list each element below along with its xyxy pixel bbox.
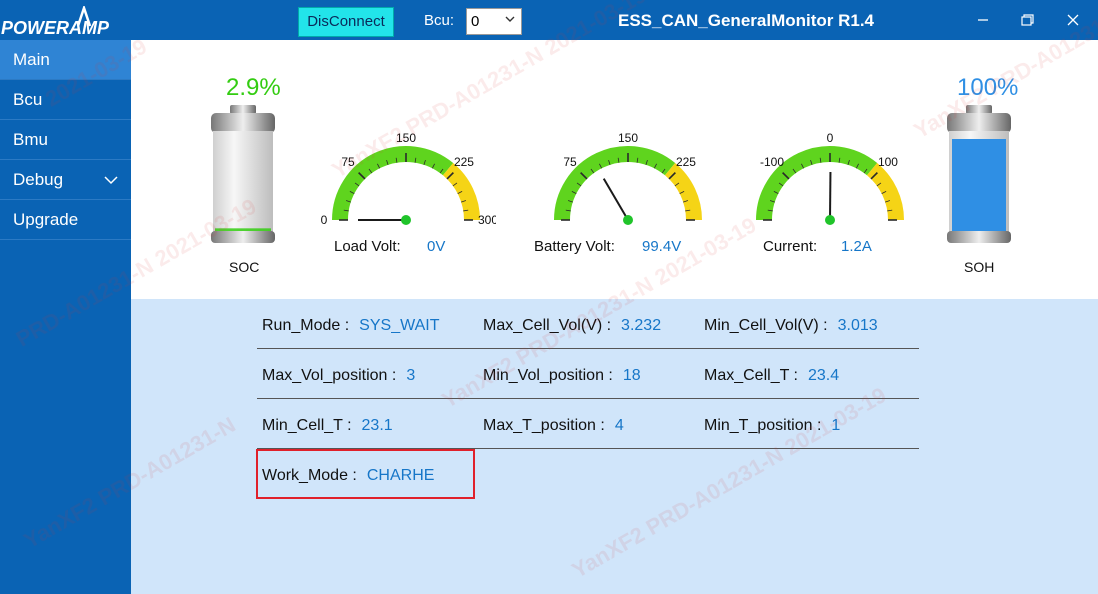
soh-percent: 100% bbox=[957, 74, 1019, 101]
sidebar-item-bmu[interactable]: Bmu bbox=[0, 120, 131, 160]
gauge-arc-yellow bbox=[866, 162, 904, 221]
max-t-position-value: 4 bbox=[614, 417, 624, 434]
gauge-hub bbox=[623, 215, 633, 225]
current-gauge: -100 0 100 bbox=[756, 131, 904, 225]
gauge-tick-label: 0 bbox=[827, 131, 834, 145]
bcu-select-value: 0 bbox=[471, 13, 480, 30]
max-cell-t-value: 23.4 bbox=[807, 367, 840, 384]
app-title: ESS_CAN_GeneralMonitor R1.4 bbox=[618, 11, 875, 30]
work-mode-highlight-box bbox=[256, 449, 475, 499]
gauge-arc-yellow bbox=[442, 162, 480, 221]
current-value: 1.2A bbox=[841, 238, 872, 255]
soc-battery-icon bbox=[211, 105, 275, 243]
divider bbox=[257, 398, 919, 399]
gauge-tick-label: 300 bbox=[478, 213, 496, 227]
min-t-position-field: Min_T_position :1 bbox=[704, 417, 841, 434]
run-mode-value: SYS_WAIT bbox=[359, 317, 440, 334]
battery-volt-value: 99.4V bbox=[642, 238, 682, 255]
run-mode-field: Run_Mode : SYS_WAIT bbox=[262, 317, 440, 334]
info-panel bbox=[131, 299, 1098, 594]
min-t-position-value: 1 bbox=[831, 417, 841, 434]
soc-percent: 2.9% bbox=[226, 74, 281, 101]
sidebar-item-label: Bmu bbox=[13, 130, 48, 149]
sidebar: Main Bcu Bmu Debug Upgrade bbox=[0, 40, 131, 594]
gauge-arc-green bbox=[554, 146, 676, 221]
battery-volt-gauge: 75 150 225 bbox=[554, 131, 702, 225]
poweramp-logo: POWERAMP bbox=[1, 6, 110, 38]
bcu-label: Bcu: bbox=[424, 12, 455, 29]
gauge-hub bbox=[401, 215, 411, 225]
gauge-arc-green bbox=[332, 146, 454, 221]
svg-text:POWERAMP: POWERAMP bbox=[1, 18, 110, 38]
min-cell-t-value: 23.1 bbox=[361, 417, 393, 434]
disconnect-button[interactable]: DisConnect bbox=[298, 7, 394, 37]
title-bar: POWERAMP DisConnect Bcu: 0 ESS_CAN_Gener… bbox=[0, 0, 1098, 40]
gauge-arc-yellow bbox=[664, 162, 702, 221]
sidebar-item-label: Upgrade bbox=[13, 210, 79, 229]
min-cell-vol-value: 3.013 bbox=[837, 317, 878, 334]
gauge-tick-label: 0 bbox=[321, 213, 328, 227]
max-cell-vol-value: 3.232 bbox=[621, 317, 662, 334]
restore-icon[interactable] bbox=[1014, 8, 1040, 32]
sidebar-item-debug[interactable]: Debug bbox=[0, 160, 131, 200]
gauge-tick-label: 100 bbox=[878, 155, 898, 169]
gauge-tick-label: 75 bbox=[341, 155, 355, 169]
minimize-icon[interactable] bbox=[970, 8, 996, 32]
gauge-tick-label: 150 bbox=[618, 131, 638, 145]
chevron-down-icon bbox=[505, 16, 515, 22]
sidebar-item-label: Main bbox=[13, 50, 50, 69]
soc-caption: SOC bbox=[229, 259, 260, 275]
min-vol-position-value: 18 bbox=[622, 367, 641, 384]
max-t-position-field: Max_T_position :4 bbox=[483, 417, 624, 434]
battery-volt-label: Battery Volt: bbox=[534, 238, 615, 255]
gauge-hub bbox=[825, 215, 835, 225]
gauge-needle bbox=[602, 178, 629, 221]
sidebar-item-upgrade[interactable]: Upgrade bbox=[0, 200, 131, 240]
max-cell-vol-field: Max_Cell_Vol(V) :3.232 bbox=[483, 317, 662, 334]
close-icon[interactable] bbox=[1060, 8, 1086, 32]
chevron-down-icon bbox=[104, 176, 118, 185]
load-volt-gauge: 0 75 150 225 300 bbox=[321, 131, 496, 227]
bcu-select[interactable]: 0 bbox=[466, 8, 522, 35]
max-cell-t-field: Max_Cell_T :23.4 bbox=[704, 367, 840, 384]
gauge-tick-label: 75 bbox=[563, 155, 577, 169]
sidebar-item-bcu[interactable]: Bcu bbox=[0, 80, 131, 120]
min-cell-vol-field: Min_Cell_Vol(V) :3.013 bbox=[704, 317, 878, 334]
gauge-tick-label: 150 bbox=[396, 131, 416, 145]
max-vol-position-value: 3 bbox=[406, 367, 416, 384]
soh-caption: SOH bbox=[964, 259, 995, 275]
sidebar-item-label: Bcu bbox=[13, 90, 43, 109]
divider bbox=[257, 348, 919, 349]
load-volt-value: 0V bbox=[427, 238, 446, 255]
gauge-tick-label: 225 bbox=[454, 155, 474, 169]
sidebar-item-main[interactable]: Main bbox=[0, 40, 131, 80]
soh-battery-icon bbox=[947, 105, 1011, 243]
current-label: Current: bbox=[763, 238, 818, 255]
min-vol-position-field: Min_Vol_position :18 bbox=[483, 367, 641, 384]
gauge-tick-label: -100 bbox=[760, 155, 784, 169]
load-volt-label: Load Volt: bbox=[334, 238, 401, 255]
min-cell-t-field: Min_Cell_T :23.1 bbox=[262, 417, 393, 434]
max-vol-position-field: Max_Vol_position :3 bbox=[262, 367, 416, 384]
gauge-tick-label: 225 bbox=[676, 155, 696, 169]
sidebar-item-label: Debug bbox=[13, 170, 64, 189]
